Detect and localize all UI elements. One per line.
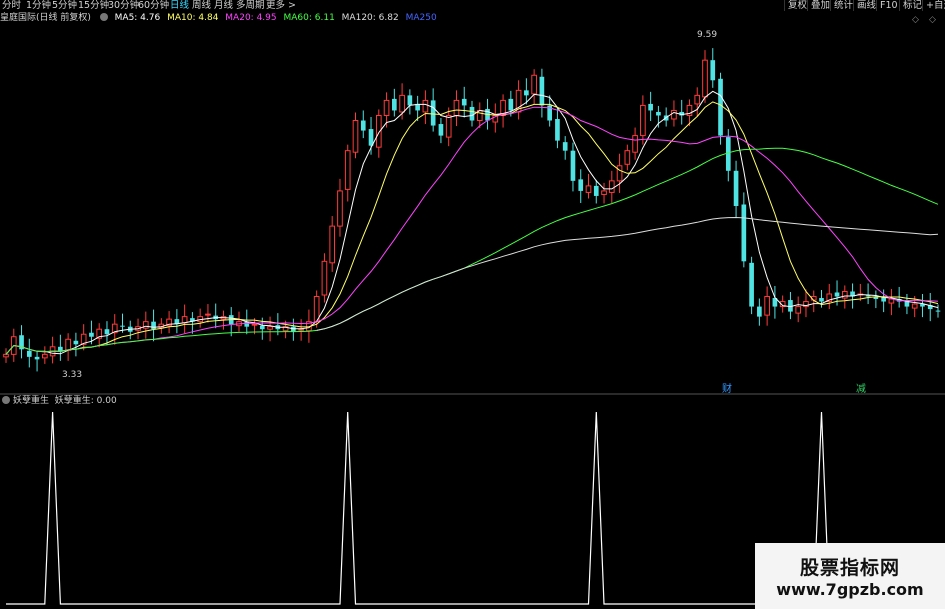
candle-body (694, 94, 701, 105)
candle-body (656, 111, 661, 116)
candle-body (881, 297, 886, 302)
badge-cai[interactable]: 财 (722, 382, 732, 395)
candle-body (624, 150, 631, 165)
candle-body (524, 90, 529, 96)
candle-body (593, 185, 599, 196)
candle-body (632, 135, 638, 153)
candle-body (267, 326, 273, 330)
candle-body (749, 262, 754, 307)
candle-body (733, 170, 739, 206)
candle-body (555, 119, 560, 141)
badge-jian[interactable]: 减 (856, 383, 866, 395)
candle-body (819, 298, 824, 302)
diamond-icon[interactable]: ◇ (912, 15, 919, 25)
candle-body (710, 60, 716, 81)
candle-body (438, 124, 444, 136)
candle-body (430, 100, 436, 126)
candle-body (865, 295, 871, 297)
candle-body (702, 59, 708, 98)
candle-body (181, 316, 188, 324)
high-price-label: 9.59 (697, 30, 717, 40)
low-price-label: 3.33 (62, 370, 82, 380)
candle-body (648, 103, 653, 111)
candle-body (935, 310, 941, 312)
candle-body (608, 180, 615, 193)
candle-body (562, 142, 568, 151)
candle-body (298, 328, 304, 331)
candle-body (671, 109, 677, 120)
candle-body (205, 313, 211, 316)
candle-body (841, 290, 848, 299)
candle-body (375, 114, 382, 148)
candle-body (834, 292, 840, 297)
candle-body (741, 204, 747, 262)
candle-body (73, 340, 79, 345)
candle-body (570, 150, 576, 181)
candle-body (718, 78, 723, 136)
candle-body (3, 353, 9, 358)
diamond-icon-2[interactable]: ◇ (929, 15, 936, 25)
kline-chart[interactable]: 9.59 3.33 财 减 ◇ ◇ (0, 0, 945, 609)
candle-body (469, 106, 475, 121)
candle-body (368, 129, 374, 146)
watermark-url: www.7gpzb.com (776, 580, 924, 599)
candle-body (725, 137, 731, 171)
watermark: 股票指标网 www.7gpzb.com (755, 543, 945, 609)
candle-body (360, 120, 366, 131)
candle-body (329, 225, 336, 264)
candle-body (616, 165, 623, 182)
candle-body (640, 104, 646, 137)
candle-body (757, 306, 762, 317)
ma-line-ma120 (316, 216, 939, 331)
candle-body (26, 350, 32, 357)
candle-body (104, 329, 110, 335)
candle-body (89, 332, 94, 337)
candle-body (344, 150, 351, 190)
candle-body (151, 321, 156, 330)
watermark-title: 股票指标网 (799, 557, 900, 579)
candle-body (399, 94, 405, 113)
candle-body (445, 114, 452, 138)
candle-body (251, 323, 258, 326)
candle-body (321, 260, 328, 296)
candle-body (531, 74, 537, 95)
candle-body (65, 338, 71, 351)
candle-body (392, 98, 397, 111)
candle-body (764, 296, 770, 316)
candle-body (453, 99, 460, 116)
candle-body (383, 99, 390, 116)
candle-body (407, 95, 413, 106)
candle-body (508, 98, 514, 111)
candle-body (352, 120, 359, 153)
candle-body (34, 356, 40, 360)
candle-body (539, 76, 545, 106)
candle-body (461, 98, 467, 106)
candle-body (120, 325, 125, 327)
candle-body (259, 325, 265, 330)
candle-body (422, 99, 429, 113)
candle-body (42, 353, 48, 359)
candle-body (585, 185, 592, 193)
candle-body (601, 190, 607, 195)
candle-body (337, 190, 343, 227)
candle-body (911, 303, 918, 309)
candle-layer (3, 48, 941, 372)
candle-body (578, 179, 584, 191)
candle-body (795, 306, 802, 314)
